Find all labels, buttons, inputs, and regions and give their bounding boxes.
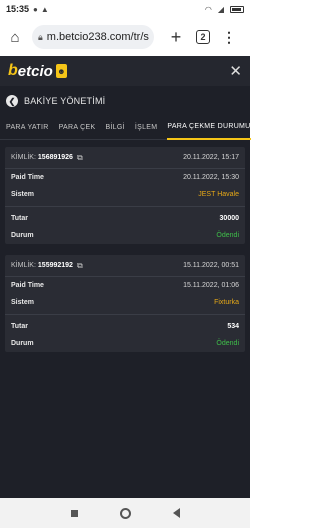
system-row: Sistem Fixturka <box>5 294 245 311</box>
divider <box>5 206 245 207</box>
wifi-icon: ◠ <box>204 4 212 14</box>
tab-transactions[interactable]: İŞLEM <box>135 116 158 140</box>
system-value: Fixturka <box>214 299 239 306</box>
tab-bar: PARA YATIR PARA ÇEK BİLGİ İŞLEM PARA ÇEK… <box>0 116 251 140</box>
paid-time-label: Paid Time <box>11 282 44 289</box>
withdrawal-id: 156891926 <box>37 154 73 161</box>
withdrawal-id-row: KİMLİK: 155992192 ⧉ 15.11.2022, 00:51 <box>5 255 245 277</box>
id-label: KİMLİK: <box>11 262 36 269</box>
paid-time-label: Paid Time <box>11 174 44 181</box>
system-row: Sistem JEST Havale <box>5 186 245 203</box>
url-bar[interactable]: 🔒︎ m.betcio238.com/tr/s <box>32 25 154 49</box>
status-indicators: ◠ ◢ <box>205 5 244 14</box>
recents-icon[interactable] <box>70 509 78 517</box>
status-time: 15:35 <box>6 4 30 14</box>
copy-icon[interactable]: ⧉ <box>77 261 83 271</box>
browser-toolbar: ⌂ 🔒︎ m.betcio238.com/tr/s + 2 ⋮ <box>0 18 250 56</box>
system-label: Sistem <box>11 191 34 198</box>
paid-time-value: 20.11.2022, 15:30 <box>183 174 239 181</box>
status-label: Durum <box>11 340 34 347</box>
back-nav-icon[interactable] <box>172 508 180 518</box>
created-time: 15.11.2022, 00:51 <box>183 262 239 269</box>
amount-label: Tutar <box>11 323 28 330</box>
status-label: Durum <box>11 232 34 239</box>
battery-icon <box>230 5 244 13</box>
lock-icon: 🔒︎ <box>38 31 43 42</box>
tab-info[interactable]: BİLGİ <box>105 116 124 140</box>
withdrawal-card: KİMLİK: 156891926 ⧉ 20.11.2022, 15:17 Pa… <box>5 147 245 244</box>
new-tab-icon[interactable]: + <box>168 27 184 48</box>
more-menu-icon[interactable]: ⋮ <box>222 29 236 46</box>
notification-icon: ● <box>33 4 38 14</box>
status-bar: 15:35 ● ▲ ◠ ◢ <box>0 0 250 18</box>
back-button[interactable]: ❮ <box>6 95 18 107</box>
paid-time-value: 15.11.2022, 01:06 <box>183 282 239 289</box>
withdrawal-card: KİMLİK: 155992192 ⧉ 15.11.2022, 00:51 Pa… <box>5 255 245 352</box>
status-value: Ödendi <box>216 232 239 239</box>
id-label: KİMLİK: <box>11 154 36 161</box>
home-nav-icon[interactable] <box>119 507 131 519</box>
amount-row: Tutar 534 <box>5 318 245 335</box>
system-label: Sistem <box>11 299 34 306</box>
tab-withdrawal-status[interactable]: PARA ÇEKME DURUMU <box>167 116 251 140</box>
paid-time-row: Paid Time 20.11.2022, 15:30 <box>5 169 245 186</box>
amount-row: Tutar 30000 <box>5 210 245 227</box>
signal-icon: ◢ <box>217 4 224 14</box>
divider <box>5 314 245 315</box>
tab-deposit[interactable]: PARA YATIR <box>6 116 49 140</box>
withdrawal-id: 155992192 <box>37 262 73 269</box>
logo-text: etcio <box>17 62 53 80</box>
created-time: 20.11.2022, 15:17 <box>183 154 239 161</box>
page-header: ❮ BAKİYE YÖNETİMİ <box>0 86 250 116</box>
amount-value: 30000 <box>219 215 239 222</box>
logo-b: b <box>8 62 18 79</box>
alert-icon: ▲ <box>40 4 49 14</box>
withdrawal-id-row: KİMLİK: 156891926 ⧉ 20.11.2022, 15:17 <box>5 147 245 169</box>
tab-withdraw[interactable]: PARA ÇEK <box>59 116 96 140</box>
home-icon[interactable]: ⌂ <box>6 29 24 46</box>
copy-icon[interactable]: ⧉ <box>77 153 83 163</box>
system-value: JEST Havale <box>198 191 239 198</box>
tab-switcher-button[interactable]: 2 <box>196 30 210 44</box>
amount-label: Tutar <box>11 215 28 222</box>
logo-badge-icon: ☻ <box>55 64 67 78</box>
app-header: b etcio ☻ ✕ <box>0 56 250 86</box>
paid-time-row: Paid Time 15.11.2022, 01:06 <box>5 277 245 294</box>
status-value: Ödendi <box>216 340 239 347</box>
close-icon[interactable]: ✕ <box>229 62 242 80</box>
status-row: Durum Ödendi <box>5 335 245 352</box>
page-title: BAKİYE YÖNETİMİ <box>24 96 106 106</box>
url-text: m.betcio238.com/tr/s <box>46 31 149 43</box>
betcio-logo[interactable]: b etcio ☻ <box>8 62 67 80</box>
amount-value: 534 <box>227 323 239 330</box>
status-row: Durum Ödendi <box>5 227 245 244</box>
app-container: b etcio ☻ ✕ ❮ BAKİYE YÖNETİMİ PARA YATIR… <box>0 56 251 498</box>
system-nav-bar <box>0 498 250 528</box>
